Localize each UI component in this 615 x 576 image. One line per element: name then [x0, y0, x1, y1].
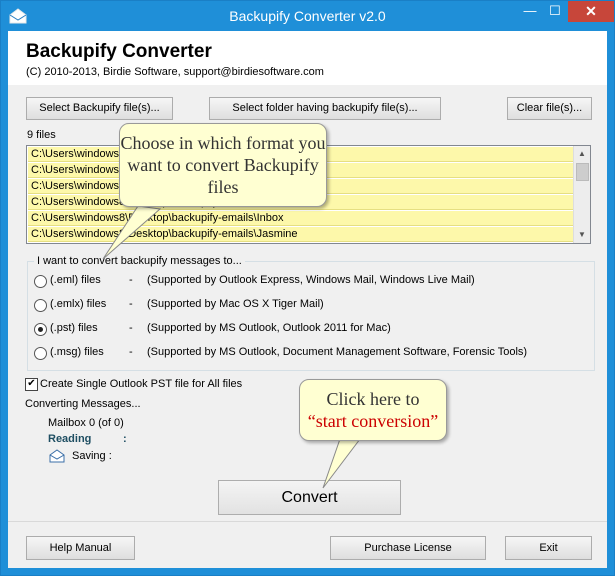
header-panel: Backupify Converter (C) 2010-2013, Birdi… [8, 31, 607, 85]
footer-divider [8, 521, 607, 522]
scroll-down-icon[interactable]: ▼ [574, 227, 590, 243]
copyright-text: (C) 2010-2013, Birdie Software, support@… [26, 66, 324, 78]
app-name: Backupify Converter [26, 41, 212, 62]
reading-colon: : [123, 433, 127, 445]
option-description: (Supported by Mac OS X Tiger Mail) [147, 298, 324, 310]
option-dash: - [129, 298, 133, 310]
callout-highlight: “start conversion” [307, 411, 439, 431]
client-area: Backupify Converter (C) 2010-2013, Birdi… [8, 31, 607, 568]
callout-line: Click here to [326, 389, 420, 409]
help-manual-button[interactable]: Help Manual [26, 536, 135, 560]
radio-button[interactable] [34, 299, 47, 312]
option-dash: - [129, 322, 133, 334]
clear-files-button[interactable]: Clear file(s)... [507, 97, 592, 120]
format-group-legend: I want to convert backupify messages to.… [34, 255, 245, 267]
minimize-button[interactable]: — [516, 1, 544, 22]
reading-label: Reading [48, 433, 92, 445]
converting-status: Converting Messages... [25, 398, 141, 410]
envelope-icon [49, 449, 65, 463]
format-callout: Choose in which format you want to conve… [119, 123, 327, 207]
single-pst-label[interactable]: Create Single Outlook PST file for All f… [40, 378, 242, 390]
select-files-button[interactable]: Select Backupify file(s)... [26, 97, 173, 120]
option-label: (.pst) files [50, 322, 98, 334]
option-description: (Supported by Outlook Express, Windows M… [147, 274, 475, 286]
option-description: (Supported by MS Outlook, Document Manag… [147, 346, 528, 358]
scroll-up-icon[interactable]: ▲ [574, 146, 590, 162]
exit-button[interactable]: Exit [505, 536, 592, 560]
option-label: (.emlx) files [50, 298, 107, 310]
radio-button[interactable] [34, 275, 47, 288]
title-bar[interactable]: Backupify Converter v2.0 — ☐ ✕ [1, 1, 614, 31]
option-label: (.msg) files [50, 346, 104, 358]
convert-button[interactable]: Convert [218, 480, 401, 515]
option-dash: - [129, 274, 133, 286]
radio-button[interactable] [34, 347, 47, 360]
file-list-scrollbar[interactable]: ▲ ▼ [573, 146, 590, 243]
start-conversion-callout: Click here to “start conversion” [299, 379, 447, 441]
close-button[interactable]: ✕ [568, 1, 614, 22]
saving-status: Saving : [72, 450, 112, 462]
purchase-license-button[interactable]: Purchase License [330, 536, 486, 560]
file-list-item[interactable]: C:\Users\windows8\Desktop\backupify-emai… [28, 227, 579, 242]
files-count: 9 files [27, 129, 56, 141]
scroll-thumb[interactable] [576, 163, 589, 181]
file-list-item[interactable]: C:\Users\windows8\Desktop\backupify-emai… [28, 211, 579, 226]
option-label: (.eml) files [50, 274, 101, 286]
option-dash: - [129, 346, 133, 358]
app-window: Backupify Converter v2.0 — ☐ ✕ Backupify… [0, 0, 615, 576]
option-description: (Supported by MS Outlook, Outlook 2011 f… [147, 322, 391, 334]
select-folder-button[interactable]: Select folder having backupify file(s)..… [209, 97, 441, 120]
mailbox-status: Mailbox 0 (of 0) [48, 417, 124, 429]
single-pst-checkbox[interactable]: ✔ [25, 378, 38, 391]
maximize-button[interactable]: ☐ [541, 1, 569, 22]
radio-button-selected[interactable] [34, 323, 47, 336]
